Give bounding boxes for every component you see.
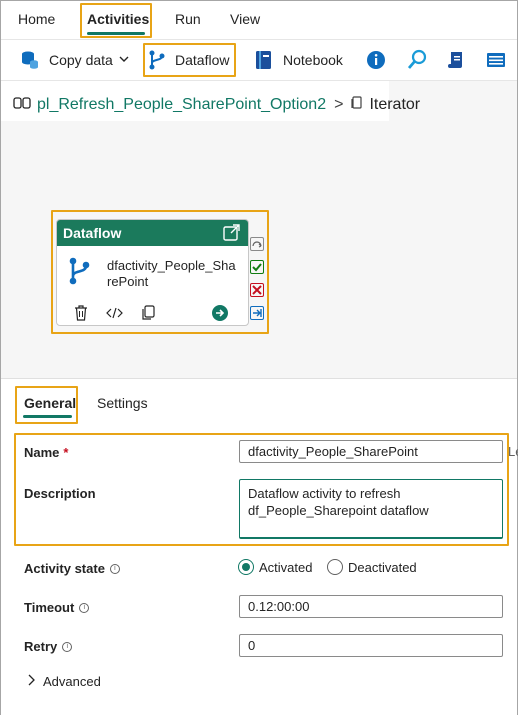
info-icon: i xyxy=(62,641,73,652)
toolbar: Copy data Dataflow Notebook xyxy=(1,39,517,81)
deactivated-label: Deactivated xyxy=(348,559,417,575)
breadcrumb-separator: > xyxy=(334,96,344,113)
retry-label: Retry i xyxy=(24,639,73,654)
info-icon: i xyxy=(109,563,120,574)
copy-data-button[interactable]: Copy data xyxy=(19,40,129,80)
notebook-button[interactable]: Notebook xyxy=(253,40,343,80)
activity-state-label: Activity state i xyxy=(24,561,120,576)
activated-label: Activated xyxy=(259,559,313,575)
breadcrumb: pl_Refresh_People_SharePoint_Option2 > I… xyxy=(13,96,420,114)
notebook-label: Notebook xyxy=(283,52,343,68)
list-icon xyxy=(485,49,507,71)
truncated-text: Le xyxy=(508,444,518,459)
radio-unselected-icon xyxy=(327,559,343,575)
highlight-general-tab xyxy=(15,386,78,424)
pipeline-icon xyxy=(13,96,31,114)
info-icon: i xyxy=(79,602,90,613)
tab-view[interactable]: View xyxy=(230,11,260,27)
lookup-icon xyxy=(406,49,428,71)
breadcrumb-current: Iterator xyxy=(369,96,421,113)
highlight-name-description xyxy=(14,433,509,546)
copy-data-label: Copy data xyxy=(49,52,113,68)
retry-label-text: Retry xyxy=(24,639,58,654)
tab-settings[interactable]: Settings xyxy=(97,395,148,411)
timeout-label-text: Timeout xyxy=(24,600,75,615)
chevron-right-icon xyxy=(27,674,35,689)
timeout-input[interactable]: 0.12:00:00 xyxy=(239,595,503,618)
retry-input[interactable]: 0 xyxy=(239,634,503,657)
info-button[interactable] xyxy=(365,40,387,80)
notebook-icon xyxy=(253,49,275,71)
iterator-icon xyxy=(351,96,363,114)
timeout-label: Timeout i xyxy=(24,600,90,615)
highlight-dataflow-button xyxy=(143,43,236,77)
advanced-label: Advanced xyxy=(43,674,101,689)
lookup-button[interactable] xyxy=(406,40,428,80)
tab-run[interactable]: Run xyxy=(175,11,201,27)
properties-panel xyxy=(1,378,517,715)
highlight-activity-card xyxy=(51,210,269,334)
chevron-down-icon xyxy=(119,54,129,67)
script-button[interactable] xyxy=(445,40,467,80)
highlight-activities-tab xyxy=(80,3,152,38)
breadcrumb-pipeline-link[interactable]: pl_Refresh_People_SharePoint_Option2 xyxy=(37,96,326,114)
database-icon xyxy=(19,49,41,71)
menu-bar: Home Activities Run View xyxy=(1,1,517,37)
script-icon xyxy=(445,49,467,71)
advanced-toggle[interactable]: Advanced xyxy=(27,674,101,689)
activated-radio[interactable]: Activated xyxy=(238,559,312,575)
deactivated-radio[interactable]: Deactivated xyxy=(327,559,417,575)
list-button[interactable] xyxy=(485,40,507,80)
radio-selected-icon xyxy=(238,559,254,575)
activity-state-label-text: Activity state xyxy=(24,561,105,576)
tab-home[interactable]: Home xyxy=(18,11,55,27)
info-icon xyxy=(365,49,387,71)
